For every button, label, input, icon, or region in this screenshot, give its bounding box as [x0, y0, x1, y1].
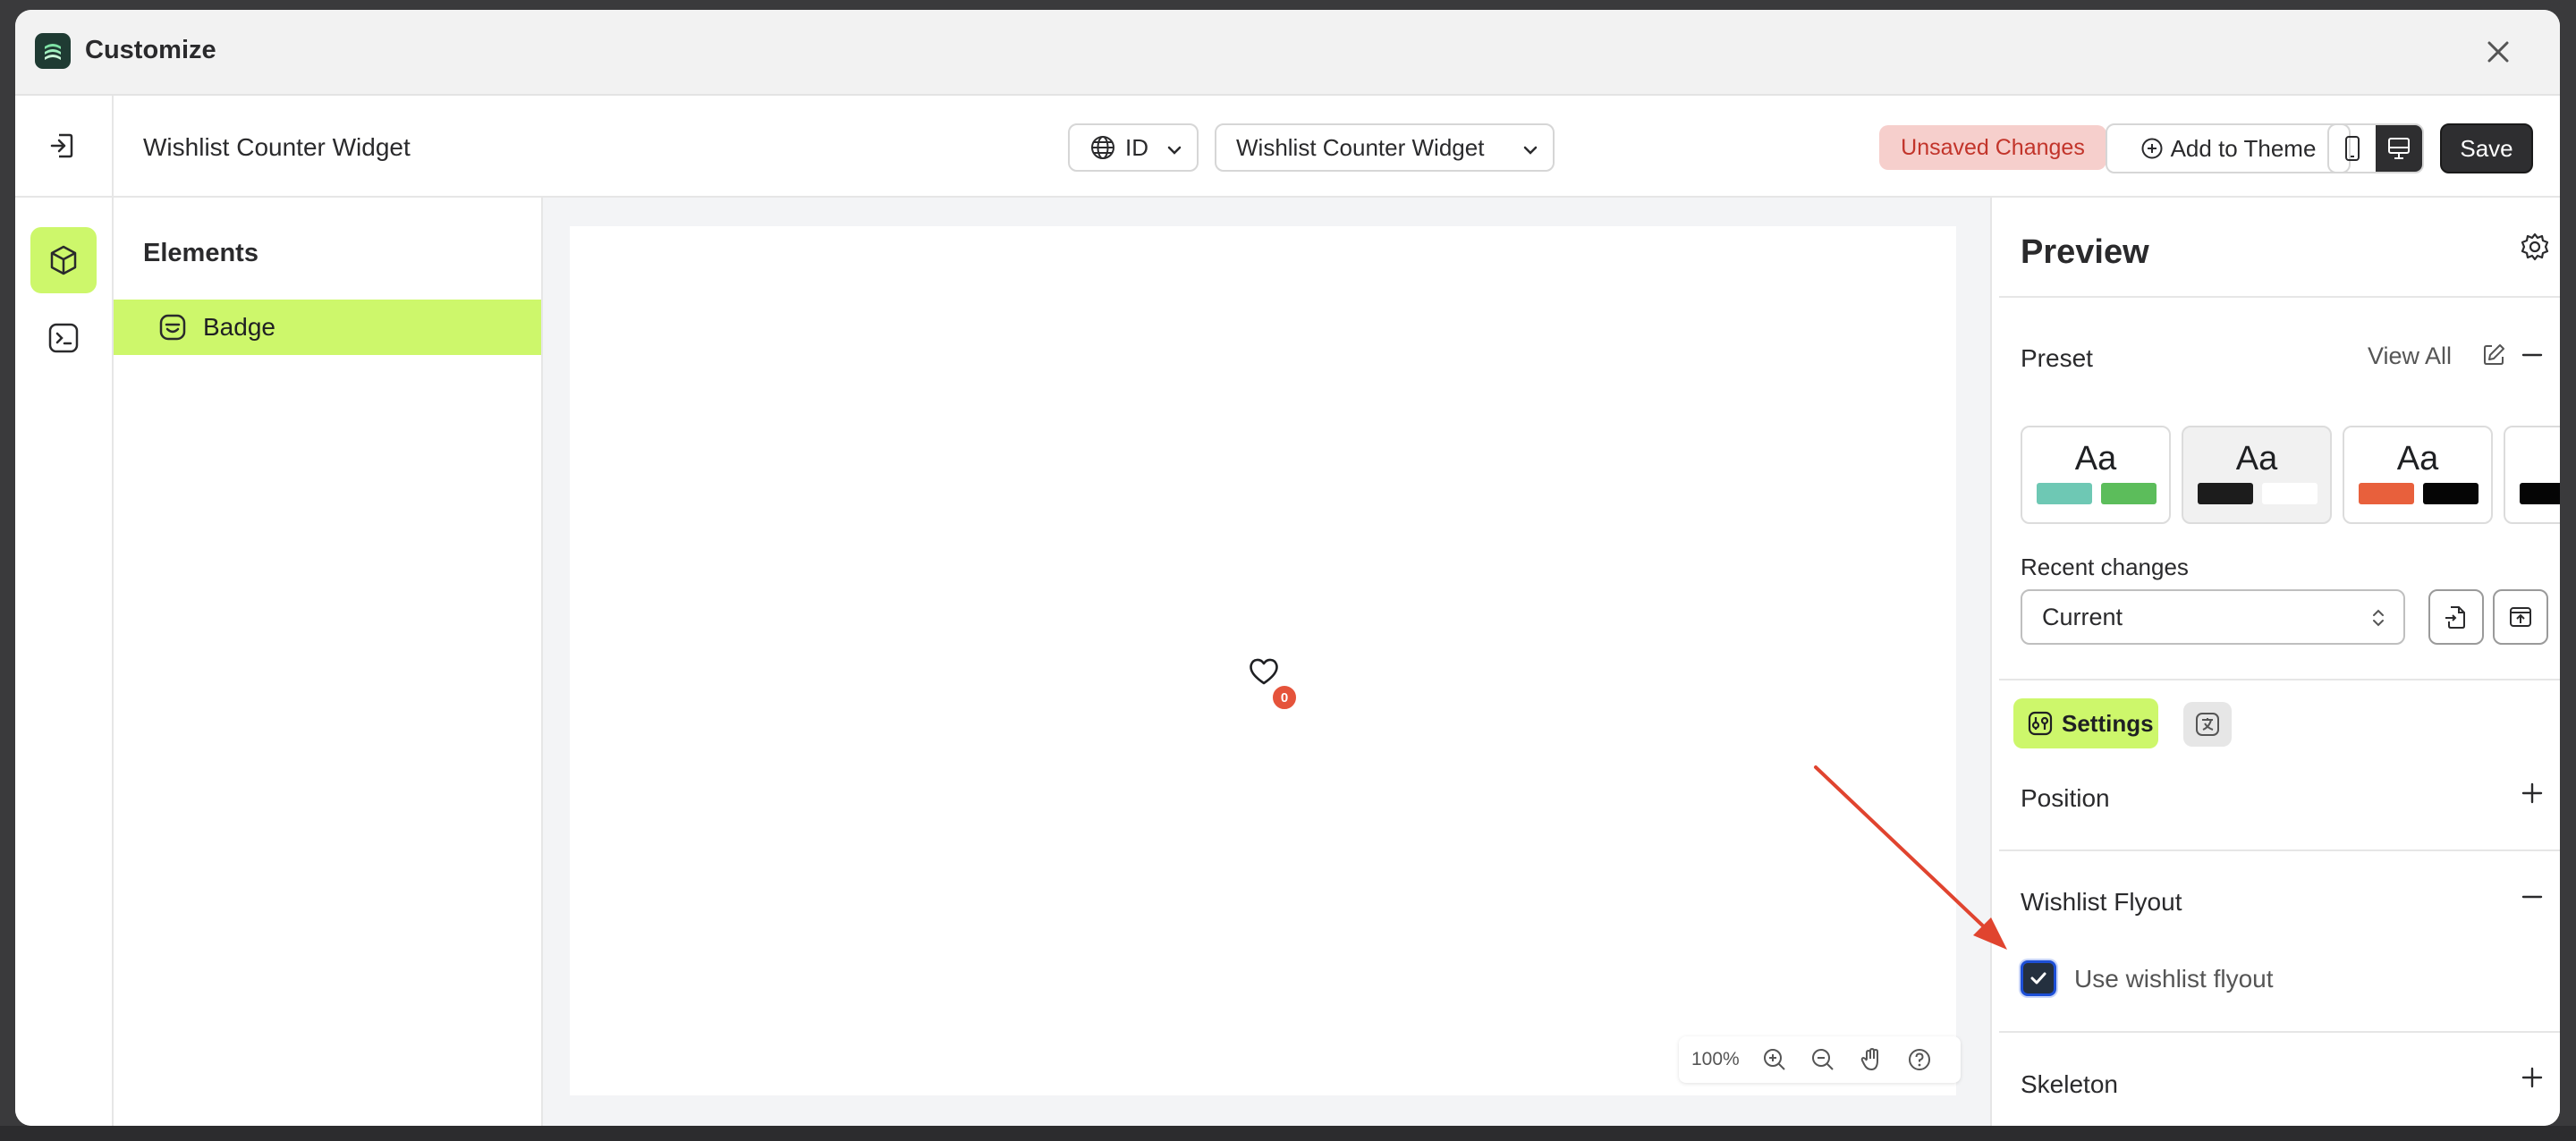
view-all-link[interactable]: View All — [2368, 342, 2452, 370]
zoom-level: 100% — [1691, 1049, 1740, 1069]
gear-icon[interactable] — [2520, 232, 2550, 266]
skeleton-section-title[interactable]: Skeleton — [2021, 1070, 2118, 1099]
upload-icon — [2510, 607, 2531, 627]
use-wishlist-flyout-checkbox[interactable] — [2021, 960, 2056, 996]
recent-changes-label: Recent changes — [2021, 554, 2189, 580]
left-icon-rail — [15, 198, 114, 1126]
tab-translate[interactable] — [2183, 702, 2232, 747]
mobile-view-button[interactable] — [2329, 125, 2376, 172]
wishlist-counter-widget[interactable]: 0 — [1250, 658, 1303, 714]
zoom-out-icon[interactable] — [1799, 1047, 1847, 1072]
collapse-wishlist-flyout-icon[interactable] — [2520, 884, 2545, 914]
preset-swatch — [2101, 483, 2157, 504]
plus-circle-icon — [2141, 138, 2163, 159]
monitor-icon — [2388, 138, 2410, 159]
elements-rail-button[interactable] — [30, 227, 97, 293]
preset-swatch — [2037, 483, 2092, 504]
zoom-toolbar: 100% — [1679, 1036, 1961, 1083]
desktop-bottom-strip — [0, 1126, 2576, 1141]
checkmark-icon — [2030, 972, 2046, 985]
divider — [1999, 1031, 2560, 1033]
code-rail-button[interactable] — [30, 305, 97, 371]
chevron-down-icon — [1523, 146, 1538, 155]
globe-icon — [1091, 136, 1114, 159]
app-logo — [35, 33, 71, 69]
element-item-label: Badge — [203, 313, 275, 341]
preset-title: Preset — [2021, 344, 2093, 372]
import-button[interactable] — [2428, 589, 2484, 645]
chevron-down-icon — [1167, 146, 1182, 155]
preview-panel: Preview Preset View All Aa Aa Aa Recent … — [1990, 198, 2560, 1126]
collapse-preset-icon[interactable] — [2520, 342, 2545, 372]
edit-icon[interactable] — [2480, 342, 2507, 373]
recent-changes-select[interactable]: Current — [2021, 589, 2405, 645]
settings-sliders-icon — [2028, 711, 2053, 736]
pan-hand-icon[interactable] — [1847, 1047, 1895, 1072]
preset-swatch — [2198, 483, 2253, 504]
toolbar: Wishlist Counter Widget ID Wishlist Coun… — [15, 96, 2560, 198]
customize-window: Customize Wishlist Counter Widget ID Wis… — [15, 10, 2560, 1126]
phone-icon — [2345, 136, 2360, 161]
widget-select[interactable]: Wishlist Counter Widget — [1215, 123, 1555, 172]
element-item-badge[interactable]: Badge — [114, 300, 541, 355]
page-title: Wishlist Counter Widget — [143, 133, 411, 161]
elements-panel: Elements Badge — [114, 198, 543, 1126]
badge-element-icon — [159, 314, 186, 341]
recent-changes-value: Current — [2042, 603, 2123, 630]
preset-swatch — [2359, 483, 2414, 504]
use-wishlist-flyout-label[interactable]: Use wishlist flyout — [2074, 965, 2274, 993]
window-title: Customize — [85, 36, 216, 64]
zoom-in-icon[interactable] — [1750, 1047, 1799, 1072]
canvas-area: 0 100% — [543, 198, 1990, 1126]
add-to-theme-button[interactable]: Add to Theme — [2106, 123, 2351, 173]
preset-card[interactable]: Aa — [2182, 426, 2332, 524]
expand-skeleton-icon[interactable] — [2520, 1065, 2545, 1095]
desktop-view-button[interactable] — [2376, 125, 2422, 172]
preset-swatch — [2262, 483, 2318, 504]
elements-title: Elements — [143, 239, 258, 267]
preset-card[interactable] — [2504, 426, 2560, 524]
chevron-up-down-icon — [2373, 609, 2384, 627]
preview-title: Preview — [2021, 233, 2149, 271]
divider — [1999, 296, 2560, 298]
preset-swatch — [2423, 483, 2479, 504]
widget-select-value: Wishlist Counter Widget — [1236, 133, 1485, 161]
preview-canvas: 0 100% — [570, 226, 1961, 1095]
cube-icon — [50, 245, 77, 275]
close-icon[interactable] — [2481, 35, 2515, 69]
counter-badge: 0 — [1271, 684, 1298, 711]
translate-icon — [2196, 713, 2219, 736]
file-import-icon — [2445, 606, 2465, 629]
terminal-icon — [48, 323, 79, 353]
language-select[interactable]: ID — [1068, 123, 1199, 172]
language-value: ID — [1125, 133, 1148, 161]
add-to-theme-label: Add to Theme — [2170, 134, 2317, 162]
save-button[interactable]: Save — [2440, 123, 2533, 173]
divider — [1999, 679, 2560, 680]
upload-button[interactable] — [2493, 589, 2548, 645]
device-toggle — [2327, 123, 2424, 173]
help-icon[interactable] — [1895, 1047, 1944, 1072]
position-section-title[interactable]: Position — [2021, 784, 2110, 813]
preset-card-label: Aa — [2396, 440, 2439, 478]
preset-card[interactable]: Aa — [2343, 426, 2493, 524]
preset-swatch — [2520, 483, 2560, 504]
wishlist-flyout-section-title[interactable]: Wishlist Flyout — [2021, 888, 2182, 917]
exit-icon[interactable] — [47, 130, 79, 166]
preset-card-label: Aa — [2074, 440, 2117, 478]
unsaved-changes-badge: Unsaved Changes — [1879, 125, 2106, 170]
tab-settings-label: Settings — [2062, 709, 2154, 737]
toolbar-rail — [15, 96, 114, 196]
expand-position-icon[interactable] — [2520, 781, 2545, 810]
preset-card-label: Aa — [2235, 440, 2278, 478]
preset-card[interactable]: Aa — [2021, 426, 2171, 524]
tab-settings[interactable]: Settings — [2013, 698, 2158, 748]
title-bar: Customize — [15, 10, 2560, 96]
divider — [1999, 849, 2560, 851]
heart-icon — [1250, 658, 1278, 685]
